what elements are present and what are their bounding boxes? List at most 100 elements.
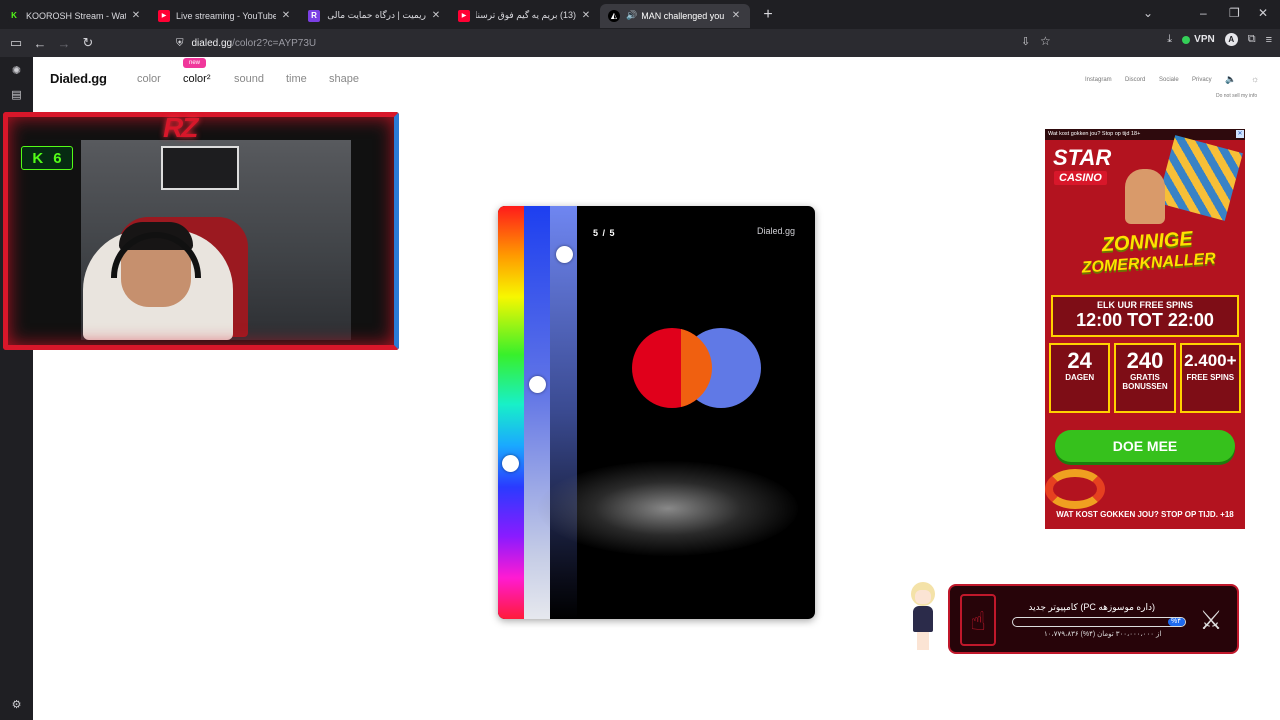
nav-sound[interactable]: sound	[234, 73, 264, 85]
minimize-icon[interactable]: –	[1200, 6, 1207, 20]
donation-progress-percent: %۴	[1171, 618, 1181, 625]
toolbar-right: ⤓ VPN A ⧉ ≡	[1167, 33, 1272, 46]
hue-slider[interactable]	[498, 206, 524, 619]
new-tab-button[interactable]: +	[758, 6, 778, 24]
navigation-bar: ▭ ← → ↻ ⛨ dialed.gg/color2?c=AYP73U ⇩ ☆ …	[0, 29, 1280, 57]
ad-stat-boxes: 24 DAGEN 240 GRATIS BONUSSEN 2.400+ FREE…	[1049, 343, 1241, 413]
reymit-favicon-icon: R	[308, 9, 320, 22]
tab-title: KOOROSH Stream - Watch Live	[26, 10, 126, 21]
ad-cta-button[interactable]: DOE MEE	[1055, 430, 1235, 462]
hue-slider-handle[interactable]	[502, 455, 519, 472]
ad-stat-number: 240	[1126, 348, 1164, 373]
ad-close-icon[interactable]: ✕	[1236, 130, 1244, 138]
nav-shape[interactable]: shape	[329, 73, 359, 85]
ad-stat-label: FREE SPINS	[1186, 373, 1235, 382]
tab-title: ریمیت | درگاه حمایت مالی از lad	[326, 10, 426, 20]
vpn-button[interactable]: VPN	[1182, 34, 1215, 45]
reload-icon[interactable]: ↻	[76, 31, 100, 55]
overlap-region	[681, 328, 712, 408]
advertisement-banner[interactable]: Wat kost gokken jou? Stop op tijd 18+ ✕ …	[1045, 129, 1245, 529]
streamer-logo: RZ	[163, 112, 198, 143]
chatgpt-icon[interactable]: ✺	[10, 65, 23, 78]
theme-toggle-icon[interactable]: ☼	[1251, 74, 1259, 84]
menu-icon[interactable]: ≡	[1266, 34, 1272, 46]
kick-counter-badge: K 6	[21, 146, 73, 170]
nav-time[interactable]: time	[286, 73, 307, 85]
kick-favicon-icon: K	[8, 9, 20, 22]
round-counter: 5 / 5	[593, 228, 616, 238]
url-host: dialed.gg	[191, 37, 233, 49]
settings-gear-icon[interactable]: ⚙	[10, 699, 23, 712]
back-icon[interactable]: ←	[28, 31, 52, 55]
webcam-overlay: RZ K 6	[3, 112, 399, 350]
close-tab-icon[interactable]: ✕	[430, 10, 442, 21]
dialed-favicon-icon: ◭	[608, 9, 620, 22]
ad-stat-number: 2.400+	[1184, 351, 1237, 370]
link-sociale[interactable]: Sociale	[1159, 77, 1179, 83]
ad-stat-box: 24 DAGEN	[1049, 343, 1111, 413]
close-tab-icon[interactable]: ✕	[730, 10, 742, 21]
close-tab-icon[interactable]: ✕	[580, 10, 592, 21]
close-window-icon[interactable]: ✕	[1258, 6, 1268, 20]
ad-headline: ZONNIGE ZOMERKNALLER	[1062, 225, 1235, 281]
do-not-sell-link[interactable]: Do not sell my info	[1216, 93, 1257, 99]
nav-color[interactable]: color	[137, 73, 161, 85]
ad-model-graphic	[1125, 169, 1165, 224]
sidebar-toggle-icon[interactable]: ▭	[4, 31, 28, 55]
browser-tab-youtube-video[interactable]: ▶ (13) بریم یه گیم فوق ترسناک - e ✕	[450, 4, 600, 28]
ad-disclaimer: Wat kost gokken jou? Stop op tijd 18+	[1045, 129, 1245, 140]
bookmark-star-icon[interactable]: ☆	[1040, 34, 1051, 48]
restore-icon[interactable]: ❐	[1229, 6, 1240, 20]
address-bar[interactable]: ⛨ dialed.gg/color2?c=AYP73U	[176, 32, 1056, 54]
ad-hours-title: ELK UUR FREE SPINS	[1096, 300, 1193, 310]
lightness-slider-handle[interactable]	[556, 246, 573, 263]
browser-tab-kick[interactable]: K KOOROSH Stream - Watch Live ✕	[0, 4, 150, 28]
ad-umbrella-graphic	[1157, 135, 1243, 221]
anime-character-graphic	[907, 580, 939, 652]
kick-count: 6	[53, 149, 62, 167]
ad-footer: WAT KOST GOKKEN JOU? STOP OP TIJD. +18	[1056, 510, 1234, 519]
browser-tab-donation[interactable]: R ریمیت | درگاه حمایت مالی از lad ✕	[300, 4, 450, 28]
close-tab-icon[interactable]: ✕	[280, 10, 292, 21]
tab-search-chevron-icon[interactable]: ⌄	[1143, 6, 1153, 20]
tab-title: (13) بریم یه گیم فوق ترسناک - e	[476, 10, 576, 20]
downloads-icon[interactable]: ⤓	[1167, 33, 1172, 46]
vpn-status-dot	[1182, 35, 1191, 44]
link-privacy[interactable]: Privacy	[1192, 77, 1212, 83]
tab-strip: K KOOROSH Stream - Watch Live ✕ ▶ Live s…	[0, 0, 1280, 29]
saturation-slider-handle[interactable]	[529, 376, 546, 393]
browser-tab-dialed[interactable]: ◭ 🔊 MAN challenged you to a c ✕	[600, 3, 750, 28]
install-app-icon[interactable]: ⇩	[1021, 35, 1030, 48]
profile-avatar[interactable]: A	[1224, 33, 1238, 46]
link-discord[interactable]: Discord	[1125, 77, 1145, 83]
ad-brand-casino: CASINO	[1054, 171, 1107, 185]
lightness-slider[interactable]	[550, 206, 577, 619]
nav-color2[interactable]: color²	[183, 73, 211, 85]
ad-brand-star: STAR	[1053, 145, 1112, 170]
donation-goal-widget: ☝ ⚔ کامپیوتر جدید (PC داره موسوزهه) %۴ ۱…	[948, 584, 1239, 654]
tab-title: MAN challenged you to a c	[641, 10, 726, 21]
audio-playing-icon[interactable]: 🔊	[626, 10, 637, 21]
saturation-slider[interactable]	[524, 206, 550, 619]
ad-stat-box: 240 GRATIS BONUSSEN	[1114, 343, 1176, 413]
kick-logo-icon: K	[32, 149, 44, 167]
forward-icon[interactable]: →	[52, 31, 76, 55]
site-logo[interactable]: Dialed.gg	[50, 71, 107, 86]
tab-list-icon[interactable]: ▤	[10, 89, 23, 102]
link-instagram[interactable]: Instagram	[1085, 77, 1112, 83]
ad-stat-label: GRATIS BONUSSEN	[1122, 373, 1168, 391]
donation-progress-bar: %۴	[1012, 617, 1186, 627]
donation-progress-text: ۱۰،۷۷۹،۸۳۶ از ۳۰۰،۰۰۰،۰۰۰ تومان (۴%)	[1044, 631, 1162, 638]
browser-tab-youtube-studio[interactable]: ▶ Live streaming - YouTube Studio ✕	[150, 4, 300, 28]
ad-hours: 12:00 TOT 22:00	[1076, 310, 1214, 330]
close-tab-icon[interactable]: ✕	[130, 10, 142, 21]
site-security-icon[interactable]: ⛨	[176, 38, 184, 49]
ad-hours-box: ELK UUR FREE SPINS 12:00 TOT 22:00	[1051, 295, 1239, 337]
new-badge: new	[183, 58, 207, 68]
tab-title: Live streaming - YouTube Studio	[176, 10, 276, 21]
donation-goal-title: کامپیوتر جدید (PC داره موسوزهه)	[1028, 602, 1155, 612]
extensions-icon[interactable]: ⧉	[1248, 33, 1256, 46]
url-path: /color2?c=AYP73U	[232, 37, 317, 49]
ad-stat-box: 2.400+ FREE SPINS	[1179, 343, 1241, 413]
sound-toggle-icon[interactable]: 🔈	[1225, 74, 1236, 85]
